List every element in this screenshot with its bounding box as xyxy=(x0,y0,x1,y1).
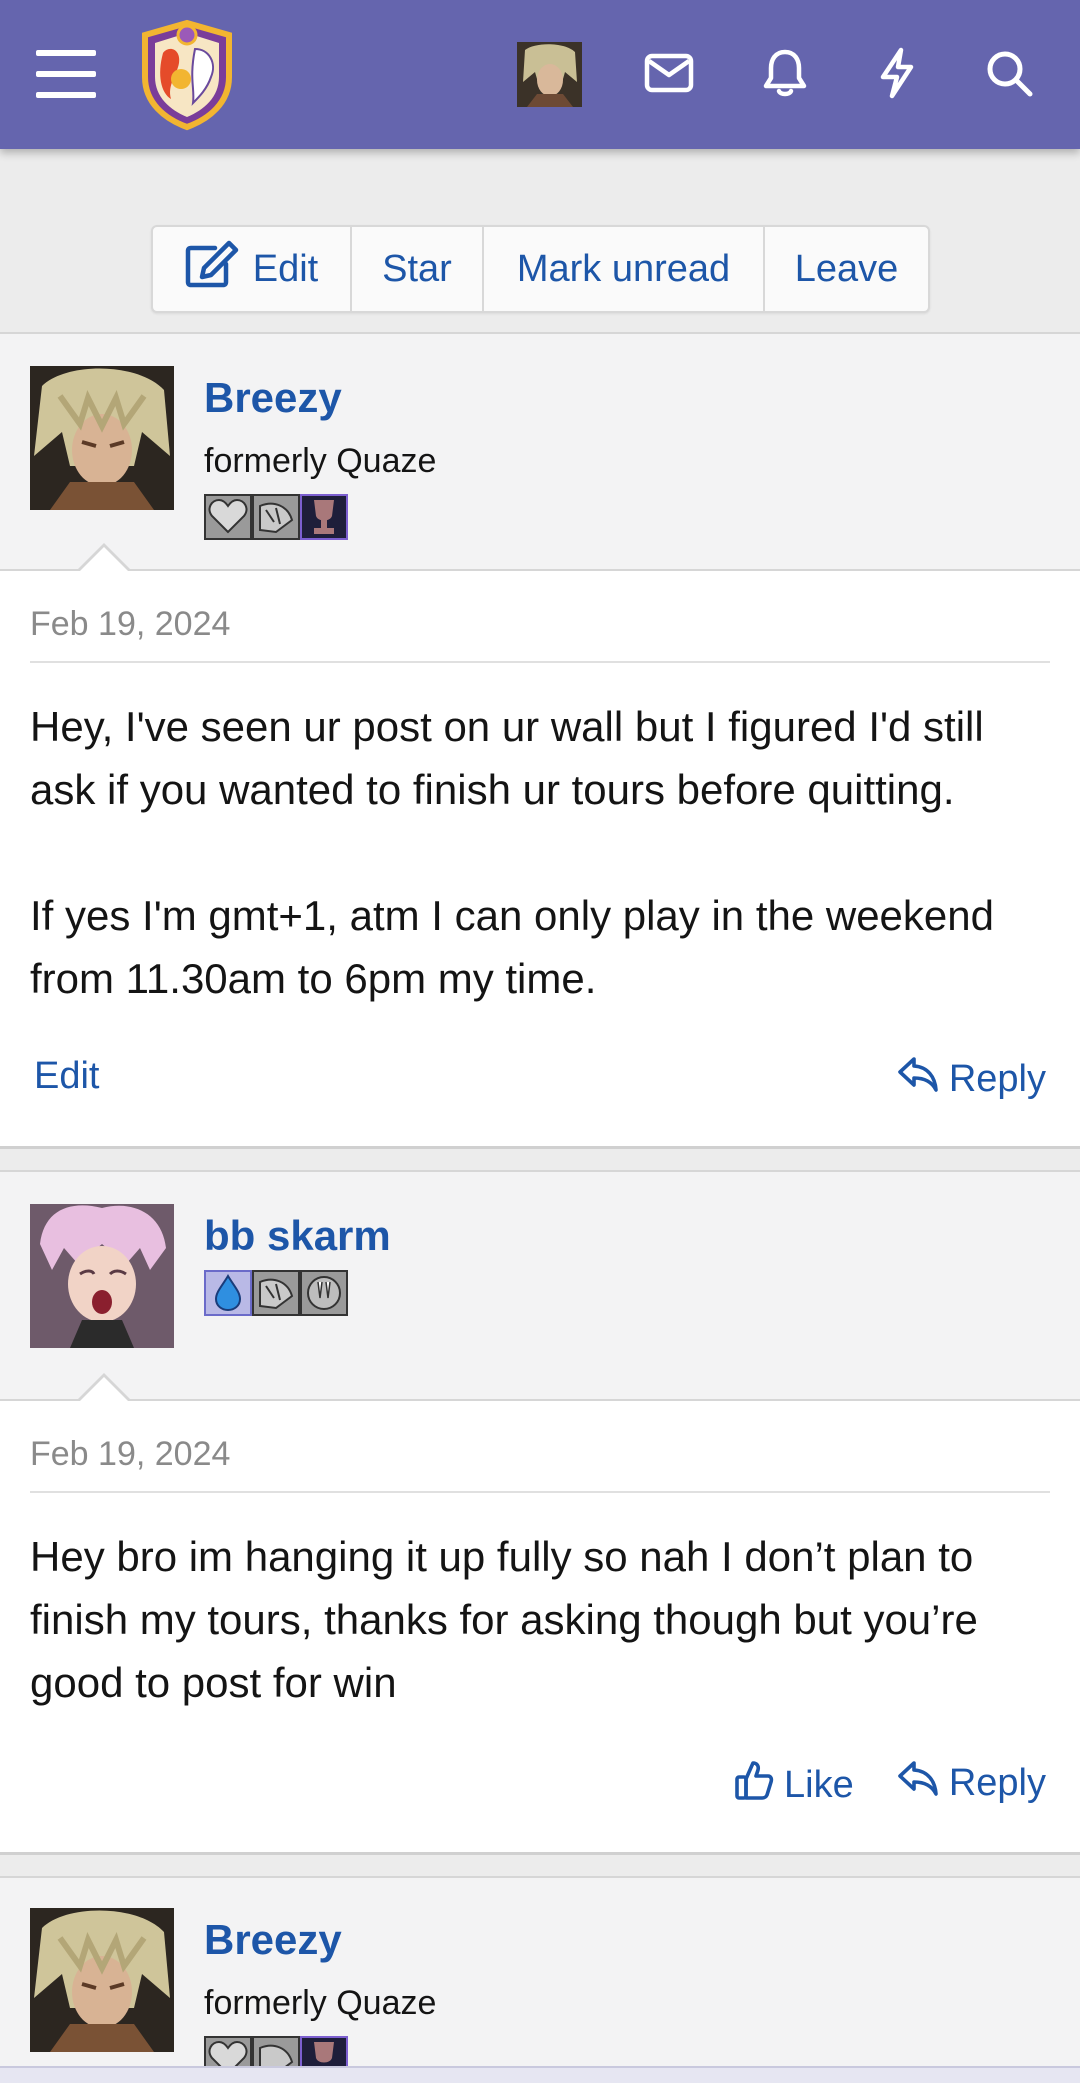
shell-badge-icon xyxy=(252,2036,300,2068)
message-text: Hey bro im hanging it up fully so nah I … xyxy=(30,1525,1060,1714)
fang-badge-icon xyxy=(300,1270,348,1316)
shell-badge-icon xyxy=(252,494,300,540)
message-paragraph: If yes I'm gmt+1, atm I can only play in… xyxy=(30,892,994,1002)
avatar[interactable] xyxy=(30,366,174,510)
top-navigation-bar xyxy=(0,0,1080,149)
like-button[interactable]: Like xyxy=(734,1759,854,1811)
search-icon[interactable] xyxy=(980,44,1038,102)
trophy-badge-icon xyxy=(300,494,348,540)
avatar[interactable] xyxy=(30,1204,174,1348)
edit-label: Edit xyxy=(252,247,319,290)
message-pointer xyxy=(80,547,128,571)
reply-icon xyxy=(897,1759,939,1807)
divider xyxy=(30,661,1050,663)
user-badges xyxy=(204,494,348,540)
edit-conversation-button[interactable]: Edit xyxy=(153,227,352,311)
user-badges xyxy=(204,1270,348,1316)
forum-logo-icon[interactable] xyxy=(135,18,239,132)
message-user-header: bb skarm xyxy=(0,1170,1080,1401)
user-badges xyxy=(204,2036,348,2068)
message-user-header: Breezy formerly Quaze xyxy=(0,1876,1080,2083)
message-date[interactable]: Feb 19, 2024 xyxy=(30,605,230,644)
heart-badge-icon xyxy=(204,494,252,540)
bottom-bar xyxy=(0,2066,1080,2083)
username-link[interactable]: Breezy xyxy=(204,1916,342,1964)
message-date[interactable]: Feb 19, 2024 xyxy=(30,1435,230,1474)
mail-icon[interactable] xyxy=(640,44,698,102)
hamburger-icon[interactable] xyxy=(30,44,102,104)
message-paragraph: Hey bro im hanging it up fully so nah I … xyxy=(30,1533,978,1706)
bolt-icon[interactable] xyxy=(868,44,926,102)
reply-icon xyxy=(897,1055,939,1103)
like-label: Like xyxy=(784,1763,854,1806)
reply-label: Reply xyxy=(948,1057,1046,1100)
conversation-action-bar: Edit Star Mark unread Leave xyxy=(151,225,930,313)
username-link[interactable]: bb skarm xyxy=(204,1212,391,1260)
message-user-header: Breezy formerly Quaze xyxy=(0,332,1080,571)
pencil-square-icon xyxy=(185,240,239,298)
message-pointer xyxy=(80,1377,128,1401)
thumbs-up-icon xyxy=(734,1759,774,1811)
message-body-block: Feb 19, 2024 Hey bro im hanging it up fu… xyxy=(0,1401,1080,1855)
reply-button[interactable]: Reply xyxy=(897,1055,1046,1103)
leave-conversation-button[interactable]: Leave xyxy=(765,227,928,311)
user-title: formerly Quaze xyxy=(204,442,437,480)
bell-icon[interactable] xyxy=(756,44,814,102)
user-avatar[interactable] xyxy=(517,42,582,107)
heart-badge-icon xyxy=(204,2036,252,2068)
shell-badge-icon xyxy=(252,1270,300,1316)
reply-label: Reply xyxy=(948,1761,1046,1804)
message-paragraph: Hey, I've seen ur post on ur wall but I … xyxy=(30,703,984,813)
divider xyxy=(30,1491,1050,1493)
edit-message-link[interactable]: Edit xyxy=(34,1055,99,1098)
avatar[interactable] xyxy=(30,1908,174,2052)
mark-unread-button[interactable]: Mark unread xyxy=(484,227,765,311)
message-body-block: Feb 19, 2024 Hey, I've seen ur post on u… xyxy=(0,571,1080,1149)
message-text: Hey, I've seen ur post on ur wall but I … xyxy=(30,695,1060,1010)
username-link[interactable]: Breezy xyxy=(204,374,342,422)
star-conversation-button[interactable]: Star xyxy=(352,227,484,311)
trophy-badge-icon xyxy=(300,2036,348,2068)
reply-button[interactable]: Reply xyxy=(897,1759,1046,1807)
water-drop-badge-icon xyxy=(204,1270,252,1316)
user-title: formerly Quaze xyxy=(204,1984,437,2022)
